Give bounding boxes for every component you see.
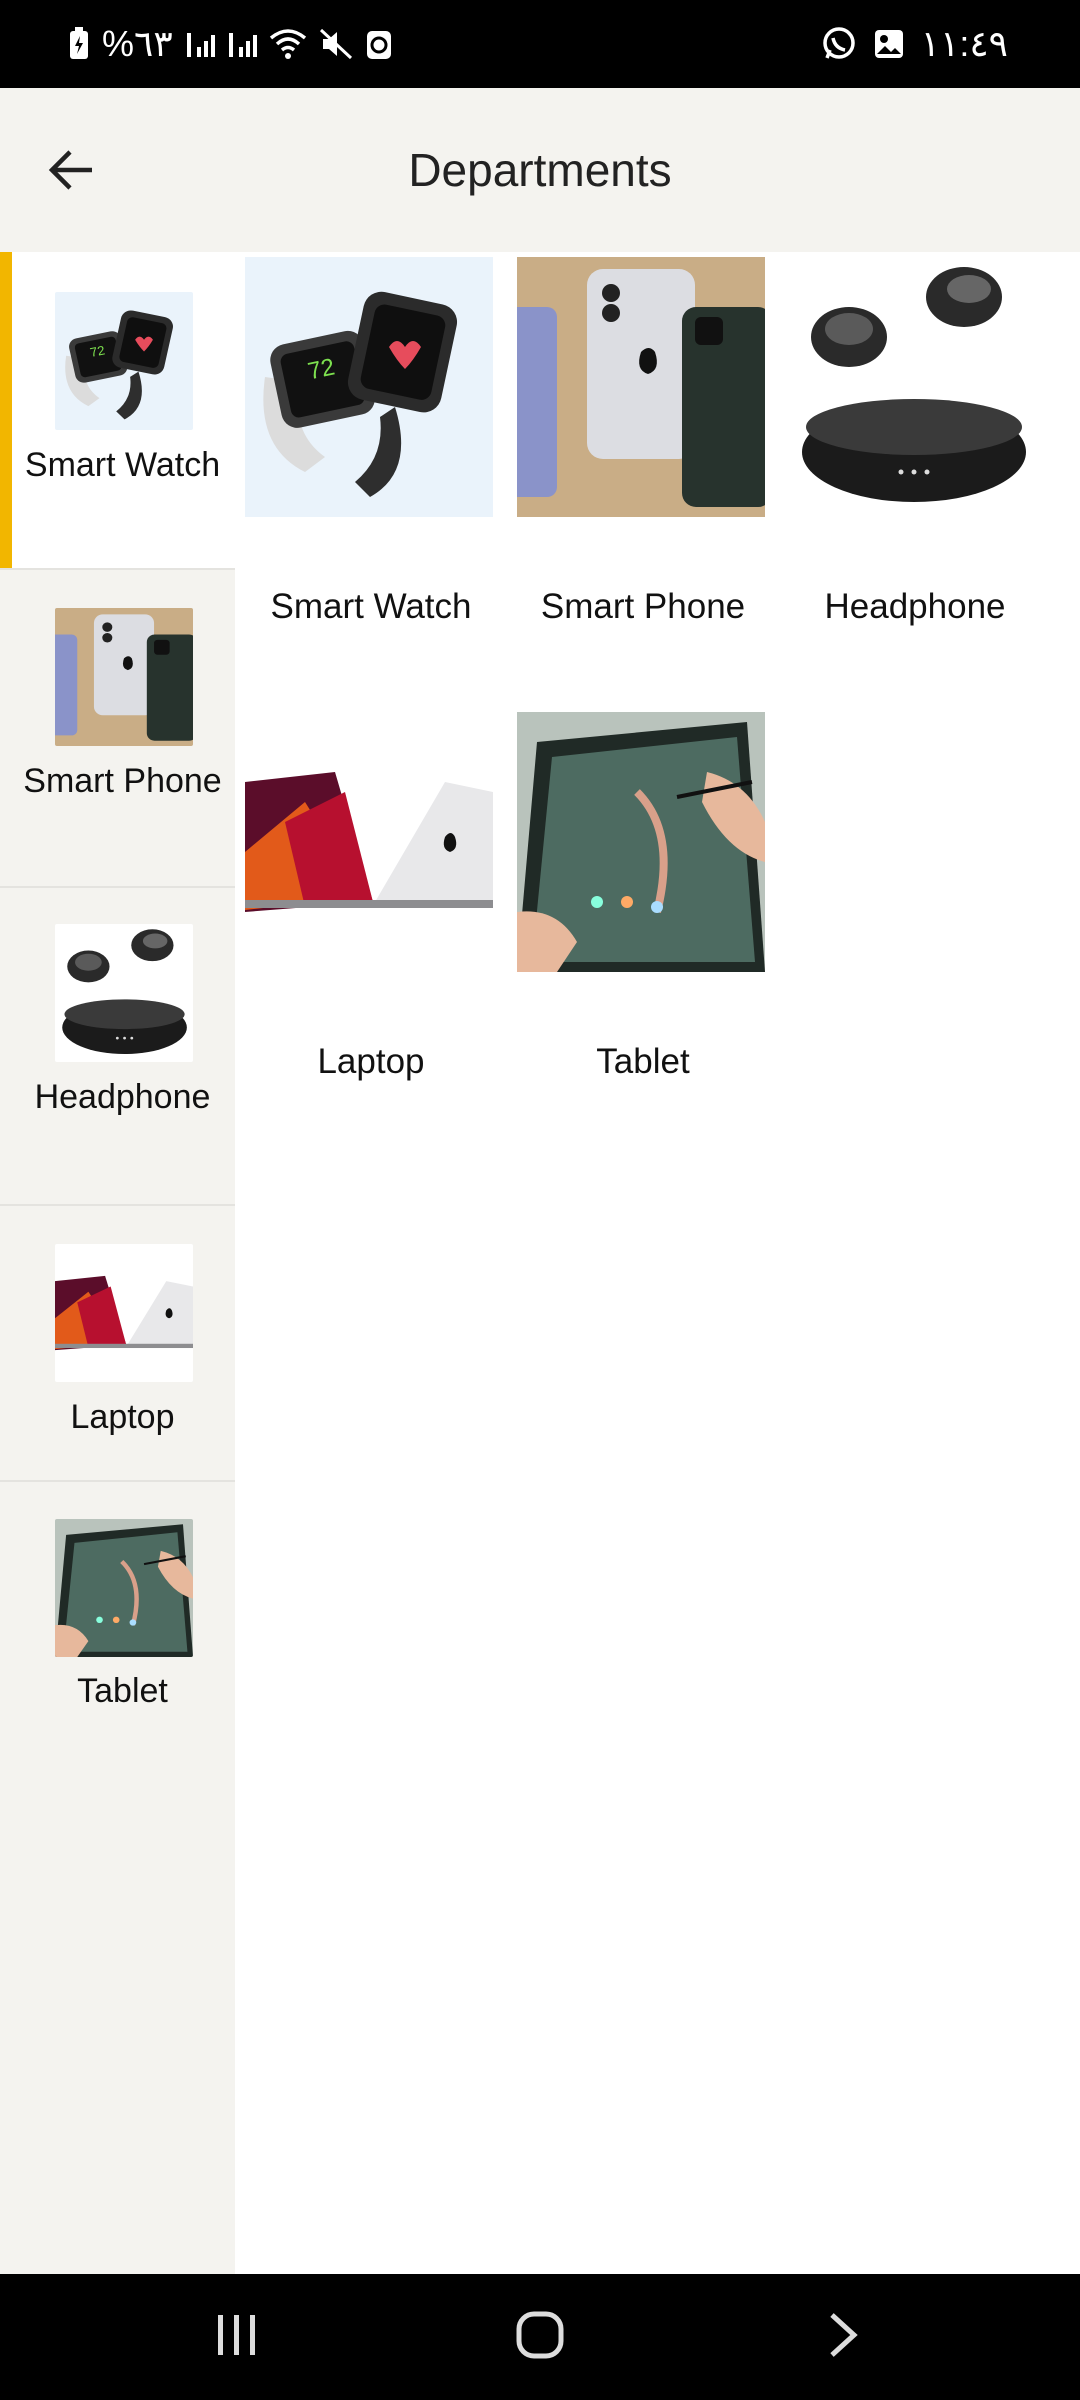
department-card-smart-phone[interactable]: Smart Phone [507,252,779,672]
status-bar: %٦٣ ١١:٤٩ [0,0,1080,88]
sidebar-item-label: Headphone [34,1078,211,1116]
tablet-image [55,1519,193,1657]
recent-apps-icon [214,2313,260,2362]
sidebar-item-tablet[interactable]: Tablet [0,1482,235,1742]
laptop-image [245,712,493,972]
recent-apps-button[interactable] [177,2297,297,2377]
department-card-headphone[interactable]: Headphone [779,252,1051,672]
recycle-icon [365,27,393,61]
headphone-image [789,257,1037,517]
department-card-laptop[interactable]: Laptop [235,707,507,1127]
status-time: ١١:٤٩ [920,23,1008,64]
signal-icon [227,29,257,59]
home-button[interactable] [480,2297,600,2377]
mute-icon [319,28,353,60]
status-left: %٦٣ [68,0,393,88]
headphone-image [55,924,193,1062]
status-right: ١١:٤٩ [821,0,1008,88]
department-card-label: Smart Watch [270,587,472,626]
laptop-image [55,1244,193,1382]
sidebar-item-smart-phone[interactable]: Smart Phone [0,570,235,888]
smartwatch-image [55,292,193,430]
system-nav-bar [0,2274,1080,2400]
battery-icon [68,27,90,61]
app-bar: Departments [0,88,1080,252]
signal-icon [185,29,215,59]
nav-back-button[interactable] [783,2297,903,2377]
gallery-icon [873,28,905,60]
battery-percent: %٦٣ [102,23,173,64]
back-chevron-icon [828,2311,858,2364]
department-card-label: Tablet [596,1042,690,1081]
sidebar-item-smart-watch[interactable]: Smart Watch [0,252,235,570]
page-title: Departments [408,144,672,196]
smartphone-image [517,257,765,517]
wifi-icon [269,28,307,60]
sidebar-item-label: Smart Watch [24,446,221,484]
sidebar-item-laptop[interactable]: Laptop [0,1206,235,1482]
department-card-label: Laptop [317,1042,425,1081]
department-card-smart-watch[interactable]: Smart Watch [235,252,507,672]
smartwatch-image [245,257,493,517]
department-sidebar: Smart Watch Smart Phone Headphone Laptop… [0,252,235,2274]
sidebar-item-label: Laptop [70,1398,175,1436]
home-icon [516,2311,564,2364]
department-grid: Smart Watch Smart Phone Headphone Laptop… [235,252,1080,2274]
whatsapp-icon [821,26,857,62]
tablet-image [517,712,765,972]
department-card-label: Smart Phone [540,587,746,626]
sidebar-item-label: Smart Phone [23,762,222,800]
sidebar-item-label: Tablet [77,1672,168,1710]
sidebar-item-headphone[interactable]: Headphone [0,888,235,1206]
department-card-label: Headphone [824,587,1006,626]
department-card-tablet[interactable]: Tablet [507,707,779,1127]
smartphone-image [55,608,193,746]
